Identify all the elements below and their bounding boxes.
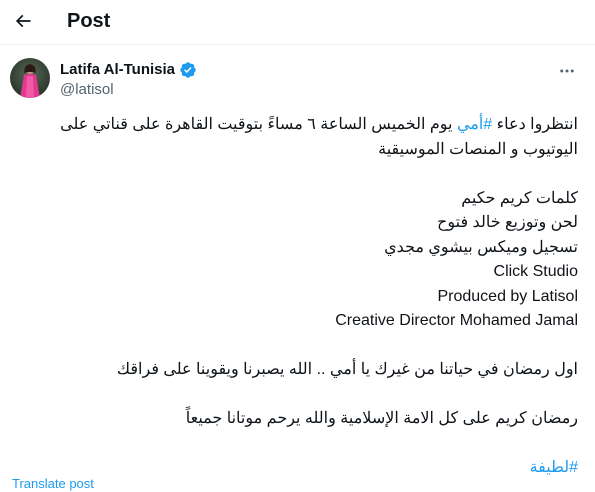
tweet-line-blessing: رمضان كريم على كل الامة الإسلامية والله … <box>185 410 578 427</box>
verified-badge-icon <box>180 62 196 78</box>
credit-producer: Produced by Latisol <box>437 287 578 305</box>
tweet-line-announcement: انتظروا دعاء #أمي يوم الخميس الساعة ٦ مس… <box>60 116 578 133</box>
header-divider <box>0 44 595 45</box>
author-name[interactable]: Latifa Al-Tunisia <box>60 61 175 79</box>
page-title: Post <box>67 10 111 32</box>
credit-studio: Click Studio <box>493 263 578 280</box>
credit-recording: تسجيل وميكس بيشوي مجدي <box>384 238 578 256</box>
credit-lyrics: كلمات كريم حكيم <box>461 189 578 207</box>
more-dots-icon <box>560 69 574 73</box>
back-button[interactable] <box>8 6 38 36</box>
hashtag-latifa-link[interactable]: #لطيفة <box>530 459 578 476</box>
translate-post-link[interactable]: Translate post <box>12 476 94 492</box>
tweet-line-platforms: اليوتيوب و المنصات الموسيقية <box>378 140 578 158</box>
tweet-text: انتظروا دعاء #أمي يوم الخميس الساعة ٦ مس… <box>18 113 578 481</box>
author-handle[interactable]: @latisol <box>60 81 114 99</box>
post-header: Post <box>0 0 595 44</box>
credit-director: Creative Director Mohamed Jamal <box>335 312 578 329</box>
hashtag-mother-link[interactable]: #أمي <box>457 116 492 133</box>
credit-music: لحن وتوزيع خالد فتوح <box>437 214 578 231</box>
avatar[interactable] <box>10 58 50 98</box>
arrow-left-icon <box>15 14 31 28</box>
tweet-line-ramadan: اول رمضان في حياتنا من غيرك يا أمي .. ال… <box>116 361 578 378</box>
more-options-button[interactable] <box>554 58 580 84</box>
